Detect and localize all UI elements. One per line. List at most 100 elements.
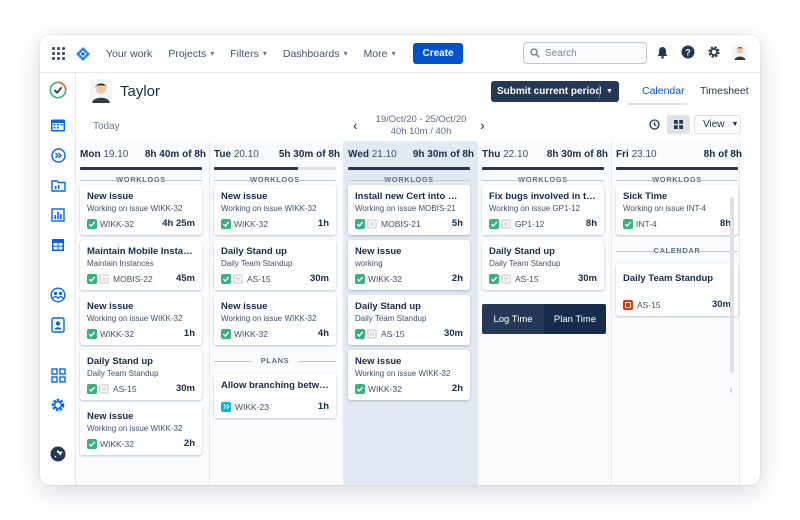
issue-key[interactable]: WIKK-32 [100,329,134,339]
settings-gear-icon[interactable] [706,44,722,60]
reports-chart-icon[interactable] [49,206,67,224]
issue-key[interactable]: AS-15 [247,274,271,284]
search-placeholder: Search [545,47,577,59]
view-mode-toggle [643,115,690,134]
pin-icon[interactable] [49,445,67,463]
jira-logo-icon[interactable] [76,46,90,61]
day-progress-bar [348,167,470,170]
calendar-event-card[interactable]: Daily Team Standup AS-15 30m [616,264,738,316]
worklog-card[interactable]: New issue Working on issue WIKK-32 WIKK-32… [80,405,202,455]
apps-grid-icon[interactable] [49,366,67,384]
expand-chevrons-icon[interactable] [49,146,67,164]
plan-card[interactable]: Allow branching betwee… WIKK-23 1h [214,374,336,418]
view-label: View [703,119,725,130]
worklog-card[interactable]: New issue working WIKK-32 2h [348,240,470,290]
worklog-card[interactable]: New issue Working on issue WIKK-32 WIKK-32… [348,350,470,400]
issue-key[interactable]: AS-15 [515,274,539,284]
day-progress-fill [214,167,299,170]
user-avatar-icon[interactable] [732,44,748,60]
issue-key[interactable]: WIKK-32 [368,274,402,284]
view-dropdown[interactable]: View ▼ [694,115,741,134]
submit-period-button[interactable]: Submit current period ▼ [491,81,619,102]
tab-timesheet[interactable]: Timesheet [700,85,749,97]
user-profile-icon[interactable] [49,316,67,334]
issue-key[interactable]: WIKK-32 [368,384,402,394]
subtask-icon [501,273,511,284]
worklog-card[interactable]: New issue Working on issue WIKK-32 WIKK-32… [80,185,202,235]
worklog-card[interactable]: Daily Stand up Daily Team Standup AS-15 30m [80,350,202,400]
folder-icon[interactable] [49,176,67,194]
tab-calendar[interactable]: Calendar [642,85,685,97]
worklog-card[interactable]: New issue Working on issue WIKK-32 WIKK-32… [80,295,202,345]
card-footer: AS-15 30m [623,299,731,310]
issue-key[interactable]: INT-4 [636,219,657,229]
card-footer: WIKK-32 1h [87,328,195,339]
app-window: Your work Projects ▾ Filters ▾ Dashboards ▾… [40,35,760,485]
worklog-card[interactable]: New issue Working on issue WIKK-32 WIKK-32… [214,295,336,345]
day-date: 20.10 [233,149,259,160]
worklog-card[interactable]: Install new Cert into our… Working on iss… [348,185,470,235]
subtask-icon [99,383,109,394]
day-header: Tue 20.10 5h 30m of 8h [214,149,340,165]
worklog-card[interactable]: Sick Time Working on issue INT-4 INT-4 8h [616,185,738,235]
caret-down-icon[interactable]: ▼ [600,88,619,95]
next-arrow-icon[interactable]: › [480,117,485,133]
logged-time: 30m [577,273,597,284]
issue-key[interactable]: GP1-12 [515,219,544,229]
checkmark-icon [355,383,365,394]
card-footer: AS-15 30m [355,328,463,339]
search-input[interactable]: Search [523,42,647,64]
vertical-scrollbar[interactable] [730,197,734,373]
worklog-card[interactable]: New issue Working on issue WIKK-32 WIKK-32… [214,185,336,235]
worklog-card[interactable]: Maintain Mobile Instance Maintain Instanc… [80,240,202,290]
issue-key[interactable]: AS-15 [637,300,661,310]
issue-key[interactable]: MOBIS-22 [113,274,153,284]
nav-filters[interactable]: Filters ▾ [230,48,267,60]
issue-key[interactable]: WIKK-32 [234,219,268,229]
logged-time: 1h [317,218,329,229]
help-icon[interactable]: ? [680,44,696,60]
issue-key[interactable]: WIKK-32 [234,329,268,339]
log-time-button[interactable]: Log Time [482,304,544,334]
day-total: 8h of 8h [703,149,742,160]
nav-more[interactable]: More ▾ [364,48,396,60]
settings-cog-icon[interactable] [49,396,67,414]
day-progress-fill [482,167,604,170]
card-description: Working on issue WIKK-32 [221,204,317,213]
day-header: Wed 21.10 9h 30m of 8h [348,149,474,165]
worklog-card[interactable]: Daily Stand up Daily Team Standup AS-15 30m [348,295,470,345]
issue-key[interactable]: AS-15 [113,384,137,394]
worklog-card[interactable]: Daily Stand up Daily Team Standup AS-15 30m [214,240,336,290]
today-button[interactable]: Today [93,121,120,132]
logged-time: 4h 25m [162,218,195,229]
create-button[interactable]: Create [413,43,463,64]
issue-key[interactable]: WIKK-32 [100,439,134,449]
calendar-icon[interactable] [49,116,67,134]
notifications-bell-icon[interactable] [654,44,670,60]
prev-arrow-icon[interactable]: ‹ [353,117,358,133]
plan-time-button[interactable]: Plan Time [544,304,606,334]
nav-dashboards[interactable]: Dashboards ▾ [283,48,348,60]
tempo-logo-icon[interactable] [49,81,67,99]
issue-key[interactable]: MOBIS-21 [381,219,421,229]
day-column-mon: Mon 19.10 8h 40m of 8h WORKLOGS New issue Wo… [76,141,210,485]
table-icon[interactable] [49,236,67,254]
clock-icon[interactable] [643,115,667,134]
app-switcher-icon[interactable] [52,46,66,61]
team-globe-icon[interactable] [49,286,67,304]
day-label: Thu 22.10 [482,149,528,165]
card-description: Working on issue WIKK-32 [87,424,183,433]
worklog-card[interactable]: Daily Stand up Daily Team Standup AS-15 30m [482,240,604,290]
card-footer: WIKK-32 4h [221,328,329,339]
collapse-chevron-icon[interactable]: ‹ [730,385,733,396]
day-name: Thu [482,149,501,160]
nav-your-work[interactable]: Your work [106,48,152,60]
issue-key[interactable]: WIKK-32 [100,219,134,229]
worklog-card[interactable]: Fix bugs involved in the … Working on iss… [482,185,604,235]
issue-key[interactable]: AS-15 [381,329,405,339]
card-title: Daily Team Standup [623,273,714,284]
plan-icon [221,401,231,412]
grid-view-icon[interactable] [666,115,690,134]
nav-projects[interactable]: Projects ▾ [168,48,214,60]
issue-key[interactable]: WIKK-23 [235,402,269,412]
